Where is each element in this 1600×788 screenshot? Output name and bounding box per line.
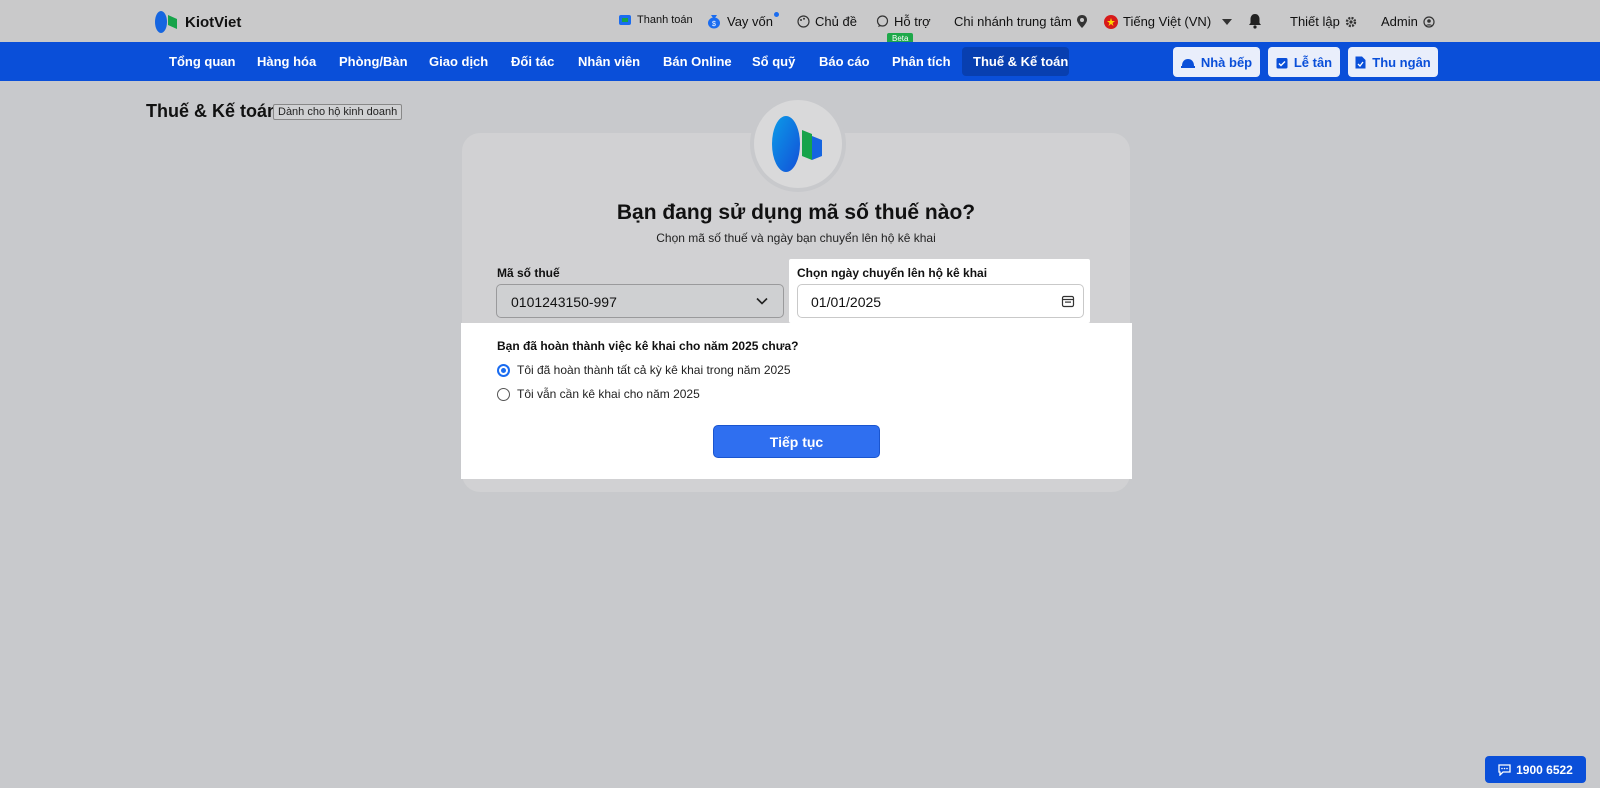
cashier-button[interactable]: Thu ngân	[1348, 47, 1438, 77]
loan-link[interactable]: $ Vay vốn	[706, 11, 780, 29]
nav-transactions[interactable]: Giao dịch	[429, 54, 488, 69]
nav-partners[interactable]: Đối tác	[511, 54, 554, 69]
vietnam-flag-icon	[1104, 14, 1118, 29]
date-value: 01/01/2025	[811, 294, 882, 310]
gear-icon	[1345, 16, 1357, 27]
notification-dot	[774, 11, 780, 17]
date-input[interactable]: 01/01/2025	[797, 284, 1084, 318]
loan-label: Vay vốn	[727, 13, 774, 29]
cloche-icon	[1180, 58, 1195, 68]
kiotviet-logo[interactable]: KiotViet	[153, 9, 241, 35]
payment-icon	[619, 15, 631, 25]
bell-icon	[1249, 14, 1261, 29]
kiotviet-logo-icon	[155, 11, 177, 33]
option-pending-radio[interactable]	[497, 388, 510, 401]
brand-name: KiotViet	[185, 13, 242, 31]
option-pending-label[interactable]: Tôi vẫn cần kê khai cho năm 2025	[517, 387, 700, 401]
cashier-label: Thu ngân	[1372, 54, 1431, 70]
payment-link[interactable]: Thanh toán	[618, 14, 693, 26]
nav-rooms-tables[interactable]: Phòng/Bàn	[339, 54, 408, 69]
calendar-icon[interactable]	[1061, 294, 1075, 308]
reception-button[interactable]: Lễ tân	[1268, 47, 1340, 77]
money-bag-icon: $	[708, 15, 720, 29]
document-icon	[1355, 56, 1366, 68]
tax-code-select[interactable]: 0101243150-997	[496, 284, 784, 318]
form-subheading: Chọn mã số thuế và ngày bạn chuyển lên h…	[656, 231, 936, 245]
date-label: Chọn ngày chuyển lên hộ kê khai	[797, 266, 988, 280]
calendar-check-icon	[1276, 57, 1288, 68]
palette-icon	[797, 15, 810, 28]
card-logo	[750, 96, 846, 192]
notification-button[interactable]	[1248, 13, 1262, 29]
support-label: Hỗ trợ	[894, 14, 931, 29]
top-bar: KiotViet Thanh toán $ Vay vốn Chủ đề Hỗ …	[0, 0, 1600, 44]
nav-cashbook[interactable]: Sổ quỹ	[752, 54, 795, 69]
nav-products[interactable]: Hàng hóa	[257, 54, 316, 69]
main-navigation: Tổng quan Hàng hóa Phòng/Bàn Giao dịch Đ…	[0, 42, 1600, 81]
kiotviet-logo-large-icon	[772, 116, 822, 172]
nav-overview[interactable]: Tổng quan	[169, 54, 235, 69]
reception-label: Lễ tân	[1293, 54, 1333, 70]
user-menu[interactable]: Admin	[1381, 14, 1435, 29]
user-circle-icon	[1423, 15, 1435, 28]
branch-selector[interactable]: Chi nhánh trung tâm	[954, 14, 1087, 29]
page-title: Thuế & Kế toán	[146, 101, 279, 121]
caret-down-icon	[1222, 18, 1233, 25]
theme-label: Chủ đề	[815, 14, 857, 29]
kitchen-label: Nhà bếp	[1200, 54, 1253, 70]
page-title-tag: Dành cho hộ kinh doanh	[273, 104, 403, 120]
continue-button[interactable]: Tiếp tục	[713, 425, 880, 458]
chat-icon	[1498, 763, 1511, 776]
nav-online-sales[interactable]: Bán Online	[663, 54, 732, 69]
hotline-number: 1900 6522	[1516, 762, 1573, 777]
nav-analytics[interactable]: Phân tích	[892, 54, 951, 69]
chevron-down-icon	[756, 297, 768, 305]
user-label: Admin	[1381, 14, 1418, 29]
nav-tax-accounting[interactable]: Thuế & Kế toán	[973, 54, 1068, 69]
tax-code-value: 0101243150-997	[511, 294, 617, 310]
tax-code-label: Mã số thuế	[497, 266, 560, 280]
language-label: Tiếng Việt (VN)	[1123, 14, 1212, 29]
settings-label: Thiết lập	[1290, 14, 1340, 29]
payment-label: Thanh toán	[637, 14, 693, 26]
option-completed-radio[interactable]	[497, 364, 510, 377]
branch-label: Chi nhánh trung tâm	[954, 14, 1072, 29]
kitchen-button[interactable]: Nhà bếp	[1173, 47, 1260, 77]
location-pin-icon	[1076, 15, 1087, 28]
nav-reports[interactable]: Báo cáo	[819, 54, 870, 69]
option-completed-label[interactable]: Tôi đã hoàn thành tất cả kỳ kê khai tron…	[517, 363, 791, 377]
theme-link[interactable]: Chủ đề	[797, 14, 857, 29]
form-heading: Bạn đang sử dụng mã số thuế nào?	[616, 201, 976, 224]
support-link[interactable]: Hỗ trợ	[876, 14, 931, 29]
hotline-button[interactable]: 1900 6522	[1485, 756, 1586, 783]
chat-bubble-icon	[876, 15, 889, 27]
settings-link[interactable]: Thiết lập	[1290, 14, 1357, 29]
nav-employees[interactable]: Nhân viên	[578, 54, 640, 69]
language-selector[interactable]: Tiếng Việt (VN)	[1104, 14, 1233, 29]
svg-text:$: $	[712, 21, 716, 28]
declaration-question: Bạn đã hoàn thành việc kê khai cho năm 2…	[497, 339, 799, 353]
